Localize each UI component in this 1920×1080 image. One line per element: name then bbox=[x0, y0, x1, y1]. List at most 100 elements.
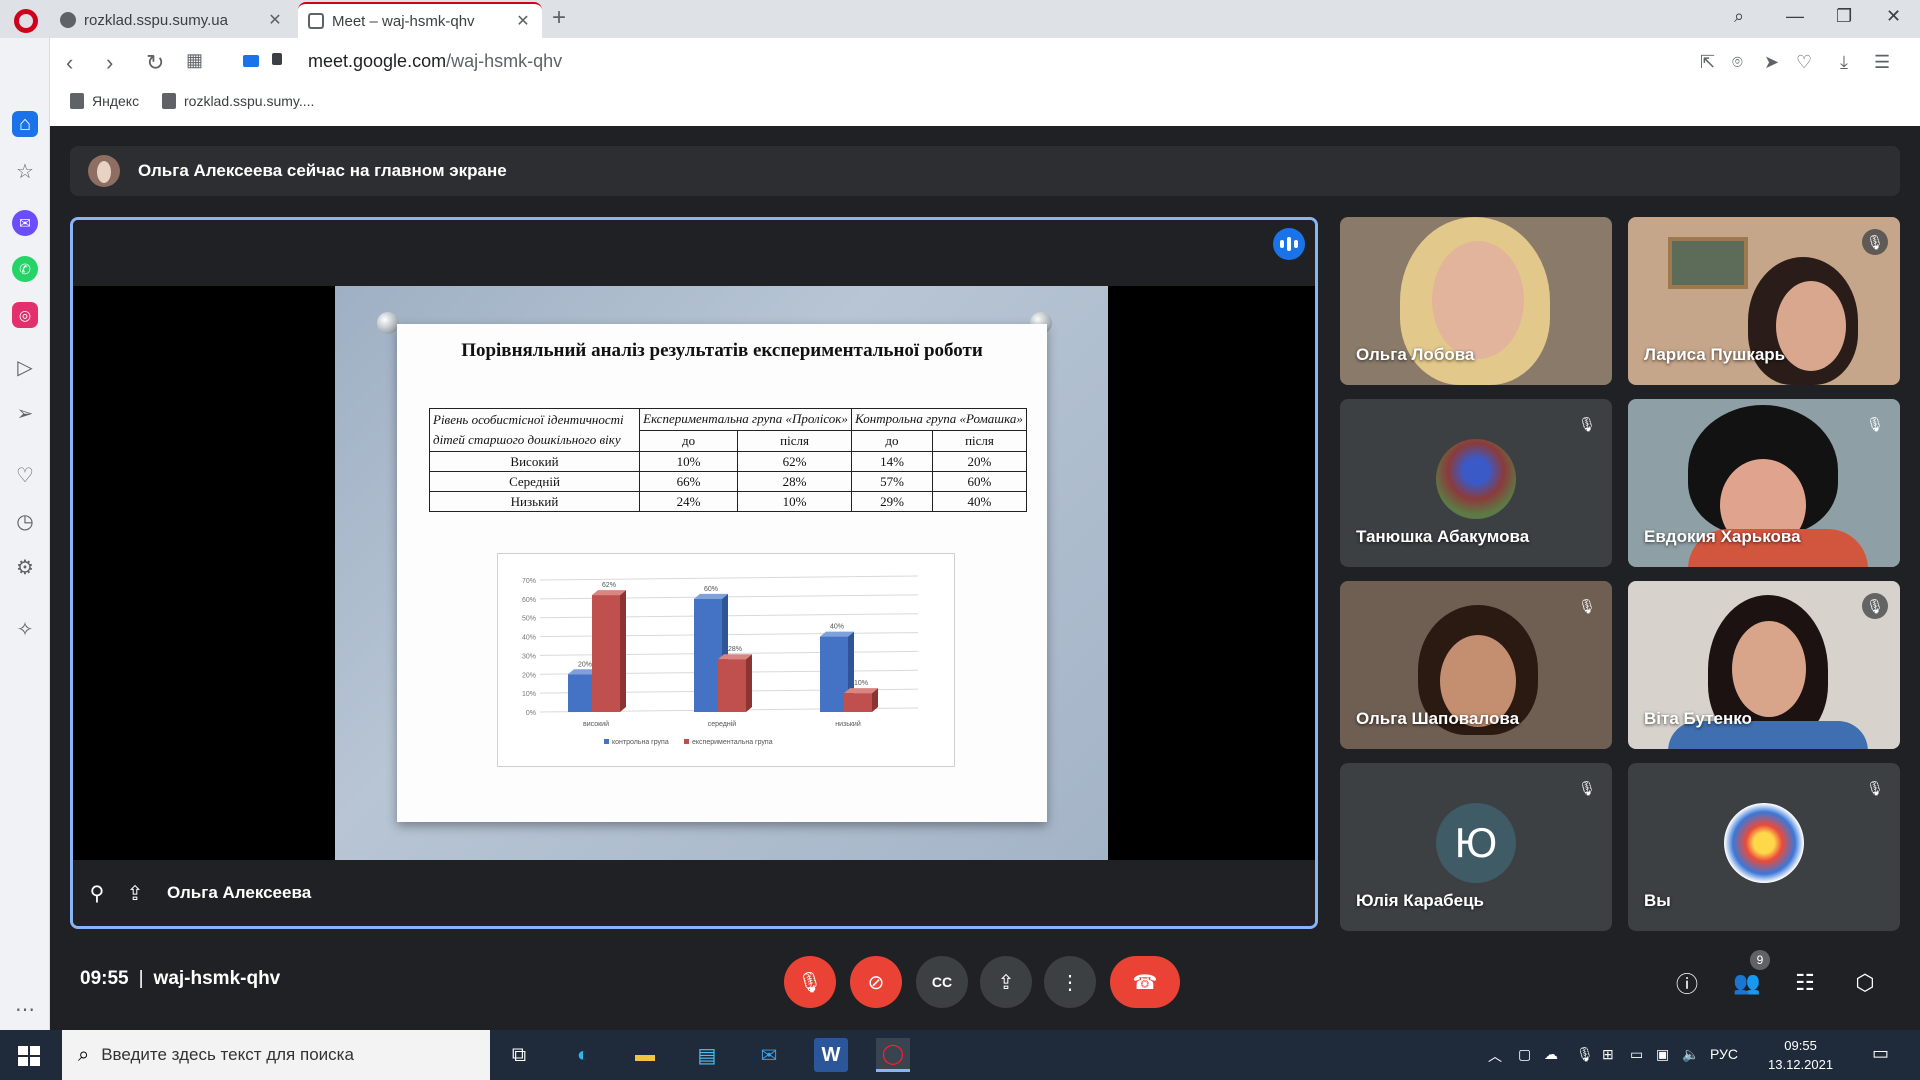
share-icon[interactable]: ⇱ bbox=[1700, 52, 1715, 73]
tips-bulb-icon[interactable]: ✧ bbox=[12, 616, 38, 642]
messenger-icon[interactable]: ✉ bbox=[12, 210, 38, 236]
more-options-icon[interactable]: ⋯ bbox=[12, 996, 38, 1022]
presentation-slide: Порівняльний аналіз результатів експерим… bbox=[335, 286, 1108, 863]
participant-tile[interactable]: Ольга Лобова bbox=[1340, 217, 1612, 385]
table-cell: 60% bbox=[931, 471, 1028, 492]
captions-button[interactable]: CC bbox=[916, 956, 968, 1008]
whatsapp-icon[interactable]: ✆ bbox=[12, 256, 38, 282]
camera-in-use-icon[interactable] bbox=[243, 55, 259, 67]
tray-chevron-icon[interactable]: ︿ bbox=[1488, 1046, 1502, 1066]
camera-toggle-button[interactable]: ⊘ bbox=[850, 956, 902, 1008]
results-table: Рівень особистісної ідентичності дітей с… bbox=[429, 408, 1028, 512]
main-stage[interactable]: Порівняльний аналіз результатів експерим… bbox=[70, 217, 1318, 929]
present-icon[interactable]: ⇪ bbox=[121, 879, 149, 907]
muted-mic-icon: 🎙 bbox=[1862, 229, 1888, 255]
settings-gear-icon[interactable]: ⚙ bbox=[12, 554, 38, 580]
participant-tile[interactable]: 🎙 Лариса Пушкарь bbox=[1628, 217, 1900, 385]
muted-mic-icon: 🎙 bbox=[1866, 415, 1884, 432]
home-icon[interactable]: ⌂ bbox=[12, 111, 38, 137]
bookmark-label: Яндекс bbox=[92, 93, 140, 109]
maximize-button[interactable]: ❐ bbox=[1836, 6, 1852, 27]
tray-mic-icon[interactable]: 🎙 bbox=[1576, 1046, 1594, 1063]
store-icon[interactable]: ▤ bbox=[690, 1038, 724, 1072]
new-tab-button[interactable]: + bbox=[552, 4, 566, 32]
close-tab-icon[interactable]: ✕ bbox=[514, 11, 532, 31]
forward-icon[interactable]: › bbox=[106, 50, 113, 76]
stage-bottom-bar: ⚲ ⇪ Ольга Алексеева bbox=[73, 860, 1315, 926]
download-icon[interactable]: ⤓ bbox=[1840, 52, 1848, 73]
participant-avatar bbox=[1436, 439, 1516, 519]
url-field[interactable]: meet.google.com/waj-hsmk-qhv bbox=[308, 51, 562, 72]
instagram-icon[interactable]: ◎ bbox=[12, 302, 38, 328]
table-cell: 20% bbox=[931, 451, 1028, 472]
player-icon[interactable]: ▷ bbox=[12, 354, 38, 380]
meet-favicon-icon bbox=[308, 13, 324, 29]
tab-rozklad[interactable]: rozklad.sspu.sumy.ua ✕ bbox=[50, 2, 294, 38]
back-icon[interactable]: ‹ bbox=[66, 50, 73, 76]
opera-taskbar-icon[interactable]: ◯ bbox=[876, 1038, 910, 1072]
onedrive-icon[interactable]: ☁ bbox=[1544, 1046, 1558, 1063]
close-window-button[interactable]: ✕ bbox=[1886, 6, 1901, 27]
battery-icon[interactable]: ▭ bbox=[1630, 1046, 1643, 1063]
taskbar-search-box[interactable]: ⌕ Введите здесь текст для поиска bbox=[62, 1030, 490, 1080]
leave-call-button[interactable]: ☎ bbox=[1110, 956, 1180, 1008]
bookmark-yandex[interactable]: Яндекс bbox=[70, 93, 139, 109]
volume-icon[interactable]: 🔈 bbox=[1682, 1046, 1699, 1063]
send-icon[interactable]: ➤ bbox=[1764, 52, 1779, 73]
reload-icon[interactable]: ↻ bbox=[146, 50, 164, 76]
activities-icon[interactable]: ⬡ bbox=[1850, 968, 1880, 998]
search-tabs-icon[interactable]: ⌕ bbox=[1734, 6, 1744, 27]
speed-dial-icon[interactable]: ▦ bbox=[186, 50, 203, 71]
bar-data-label: 40% bbox=[830, 624, 844, 631]
more-options-button[interactable]: ⋮ bbox=[1044, 956, 1096, 1008]
muted-mic-icon: 🎙 bbox=[1578, 415, 1596, 432]
bookmark-rozklad[interactable]: rozklad.sspu.sumy.... bbox=[162, 93, 314, 109]
word-icon[interactable]: W bbox=[814, 1038, 848, 1072]
table-header-group1: Експериментальна група «Пролісок» bbox=[638, 408, 853, 431]
close-tab-icon[interactable]: ✕ bbox=[266, 10, 284, 30]
table-subheader: після bbox=[931, 429, 1028, 452]
chart-gridline bbox=[539, 575, 919, 581]
edge-icon[interactable]: ◐ bbox=[566, 1038, 600, 1072]
minimize-button[interactable]: — bbox=[1786, 6, 1804, 27]
taskbar-clock[interactable]: 09:55 13.12.2021 bbox=[1768, 1036, 1833, 1074]
network-icon[interactable]: ▣ bbox=[1656, 1046, 1669, 1063]
favorites-heart-icon[interactable]: ♡ bbox=[12, 462, 38, 488]
bar-side bbox=[620, 590, 626, 712]
meeting-details-icon[interactable]: ⓘ bbox=[1672, 968, 1702, 998]
mail-icon[interactable]: ✉ bbox=[752, 1038, 786, 1072]
participants-icon[interactable]: 👥 bbox=[1732, 968, 1762, 998]
mic-toggle-button[interactable]: 🎙 bbox=[784, 956, 836, 1008]
table-cell: 10% bbox=[638, 451, 739, 472]
present-screen-button[interactable]: ⇪ bbox=[980, 956, 1032, 1008]
easy-setup-icon[interactable]: ☰ bbox=[1874, 52, 1890, 73]
participant-tile[interactable]: 🎙 Ольга Шаповалова bbox=[1340, 581, 1612, 749]
notifications-icon[interactable]: ▭ bbox=[1872, 1043, 1889, 1064]
language-indicator[interactable]: РУС bbox=[1710, 1046, 1738, 1062]
tab-meet[interactable]: Meet – waj-hsmk-qhv ✕ bbox=[298, 2, 542, 38]
pin-icon[interactable]: ⚲ bbox=[83, 879, 111, 907]
participant-tile[interactable]: 🎙 Танюшка Абакумова bbox=[1340, 399, 1612, 567]
participant-tile[interactable]: 🎙 Евдокия Харькова bbox=[1628, 399, 1900, 567]
windows-start-icon[interactable] bbox=[18, 1046, 40, 1066]
opera-logo-icon[interactable] bbox=[14, 9, 38, 33]
participant-tile-self[interactable]: 🎙 Вы bbox=[1628, 763, 1900, 931]
heart-icon[interactable]: ♡ bbox=[1796, 52, 1812, 73]
chat-icon[interactable]: ☷ bbox=[1790, 968, 1820, 998]
participant-tile[interactable]: Ю 🎙 Юлія Карабець bbox=[1340, 763, 1612, 931]
snapshot-icon[interactable]: ⌾ bbox=[1732, 52, 1743, 73]
windows-taskbar: ⌕ Введите здесь текст для поиска ⧉ ◐ ▬ ▤… bbox=[0, 1030, 1920, 1080]
participant-name: Віта Бутенко bbox=[1644, 709, 1752, 728]
participant-tile[interactable]: 🎙 Віта Бутенко bbox=[1628, 581, 1900, 749]
lock-icon[interactable] bbox=[272, 53, 282, 65]
tray-network-app-icon[interactable]: ⊞ bbox=[1602, 1046, 1614, 1063]
tray-device-icon[interactable]: ▢ bbox=[1518, 1046, 1531, 1063]
flow-icon[interactable]: ➢ bbox=[12, 400, 38, 426]
bookmark-star-icon[interactable]: ☆ bbox=[12, 158, 38, 184]
chart-bar bbox=[694, 598, 722, 712]
task-view-icon[interactable]: ⧉ bbox=[502, 1038, 536, 1072]
file-explorer-icon[interactable]: ▬ bbox=[628, 1038, 662, 1072]
history-icon[interactable]: ◷ bbox=[12, 508, 38, 534]
video-face bbox=[1776, 281, 1846, 371]
bar-data-label: 60% bbox=[704, 586, 718, 593]
